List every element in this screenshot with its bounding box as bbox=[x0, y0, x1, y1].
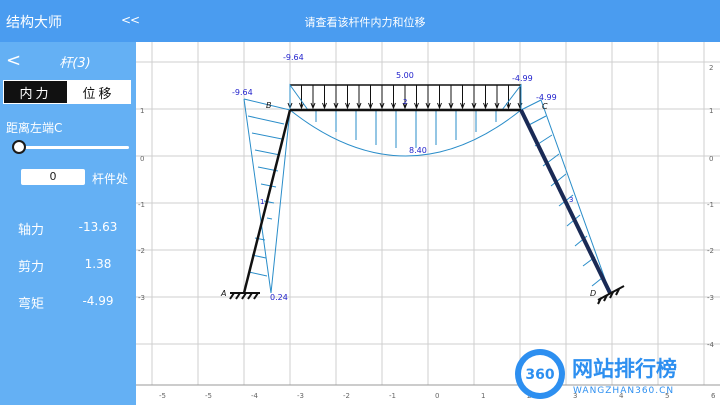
y-tick: 1 bbox=[709, 107, 713, 115]
y-tick: 0 bbox=[709, 155, 713, 163]
back-icon[interactable]: < bbox=[6, 50, 21, 71]
y-tick: -2 bbox=[138, 247, 145, 255]
axial-force-label: 轴力 bbox=[18, 223, 45, 238]
y-tick: 0 bbox=[140, 155, 144, 163]
member-title: 杆(3) bbox=[59, 56, 91, 71]
top-bar: 结构大师 << 请查看该杆件内力和位移 bbox=[0, 0, 720, 42]
x-tick: -5 bbox=[159, 392, 166, 400]
logo-number: 360 bbox=[525, 367, 554, 383]
view-tabs: 内力 位移 bbox=[3, 80, 131, 104]
shear-force-value: 1.38 bbox=[84, 257, 112, 271]
node-labels: A B C D bbox=[220, 101, 596, 298]
x-tick: -1 bbox=[389, 392, 396, 400]
slider-track bbox=[17, 146, 129, 149]
bending-moment-label: 弯矩 bbox=[18, 297, 45, 312]
position-slider[interactable] bbox=[12, 140, 129, 154]
axial-force-value: -13.63 bbox=[78, 220, 118, 234]
app-title: 结构大师 bbox=[6, 15, 62, 31]
moment-value: 8.40 bbox=[409, 146, 427, 155]
frame bbox=[242, 108, 612, 294]
moment-value: -9.64 bbox=[232, 88, 253, 97]
node-label-d: D bbox=[590, 289, 596, 298]
y-tick: -3 bbox=[707, 294, 714, 302]
member-tag: 1 bbox=[260, 198, 264, 206]
x-tick: -5 bbox=[205, 392, 212, 400]
moment-value: 0.24 bbox=[270, 293, 288, 302]
moment-value: -4.99 bbox=[536, 93, 557, 102]
y-tick: -3 bbox=[138, 294, 145, 302]
member-panel: < 杆(3) 内力 位移 距离左端C 0 杆件处 轴力 -13.63 剪力 1.… bbox=[0, 42, 136, 405]
node-label-b: B bbox=[266, 101, 272, 110]
member-tag: 3 bbox=[569, 196, 573, 204]
position-input[interactable]: 0 bbox=[21, 169, 85, 185]
y-tick: -1 bbox=[707, 201, 714, 209]
y-tick: -2 bbox=[707, 247, 714, 255]
x-tick: -3 bbox=[297, 392, 304, 400]
moment-value: -9.64 bbox=[283, 53, 304, 62]
slider-knob[interactable] bbox=[12, 140, 26, 154]
distance-label: 距离左端C bbox=[6, 121, 63, 135]
y-tick: -1 bbox=[138, 201, 145, 209]
tab-displacement[interactable]: 位移 bbox=[67, 81, 130, 103]
y-axis-ticks-right: 2 1 0 -1 -2 -3 -4 bbox=[707, 64, 715, 349]
x-tick: -4 bbox=[251, 392, 259, 400]
position-unit: 杆件处 bbox=[92, 172, 129, 186]
x-tick: 0 bbox=[435, 392, 439, 400]
shear-force-label: 剪力 bbox=[18, 260, 45, 275]
tab-internal-force[interactable]: 内力 bbox=[4, 81, 67, 103]
moment-values: -9.64 -9.64 5.00 -4.99 -4.99 8.40 0.24 bbox=[232, 53, 557, 302]
x-tick: 1 bbox=[481, 392, 485, 400]
instruction-text: 请查看该杆件内力和位移 bbox=[304, 16, 426, 29]
bending-moment-value: -4.99 bbox=[82, 294, 114, 308]
y-tick: 1 bbox=[140, 107, 144, 115]
moment-value: 5.00 bbox=[396, 71, 414, 80]
support-a-icon bbox=[229, 292, 260, 300]
watermark-logo: 360 网站排行榜 WANGZHAN360.CN bbox=[510, 343, 720, 405]
x-tick: -2 bbox=[343, 392, 350, 400]
support-d-icon bbox=[597, 285, 625, 305]
moment-value: -4.99 bbox=[512, 74, 533, 83]
y-axis-ticks-left: 1 0 -1 -2 -3 bbox=[138, 107, 145, 302]
collapse-panel-button[interactable]: << bbox=[121, 13, 140, 27]
logo-url: WANGZHAN360.CN bbox=[573, 386, 674, 396]
member-tag: 2 bbox=[403, 98, 407, 106]
logo-brand: 网站排行榜 bbox=[572, 357, 677, 381]
node-label-a: A bbox=[220, 289, 226, 298]
y-tick: 2 bbox=[709, 64, 713, 72]
node-label-c: C bbox=[542, 102, 548, 111]
